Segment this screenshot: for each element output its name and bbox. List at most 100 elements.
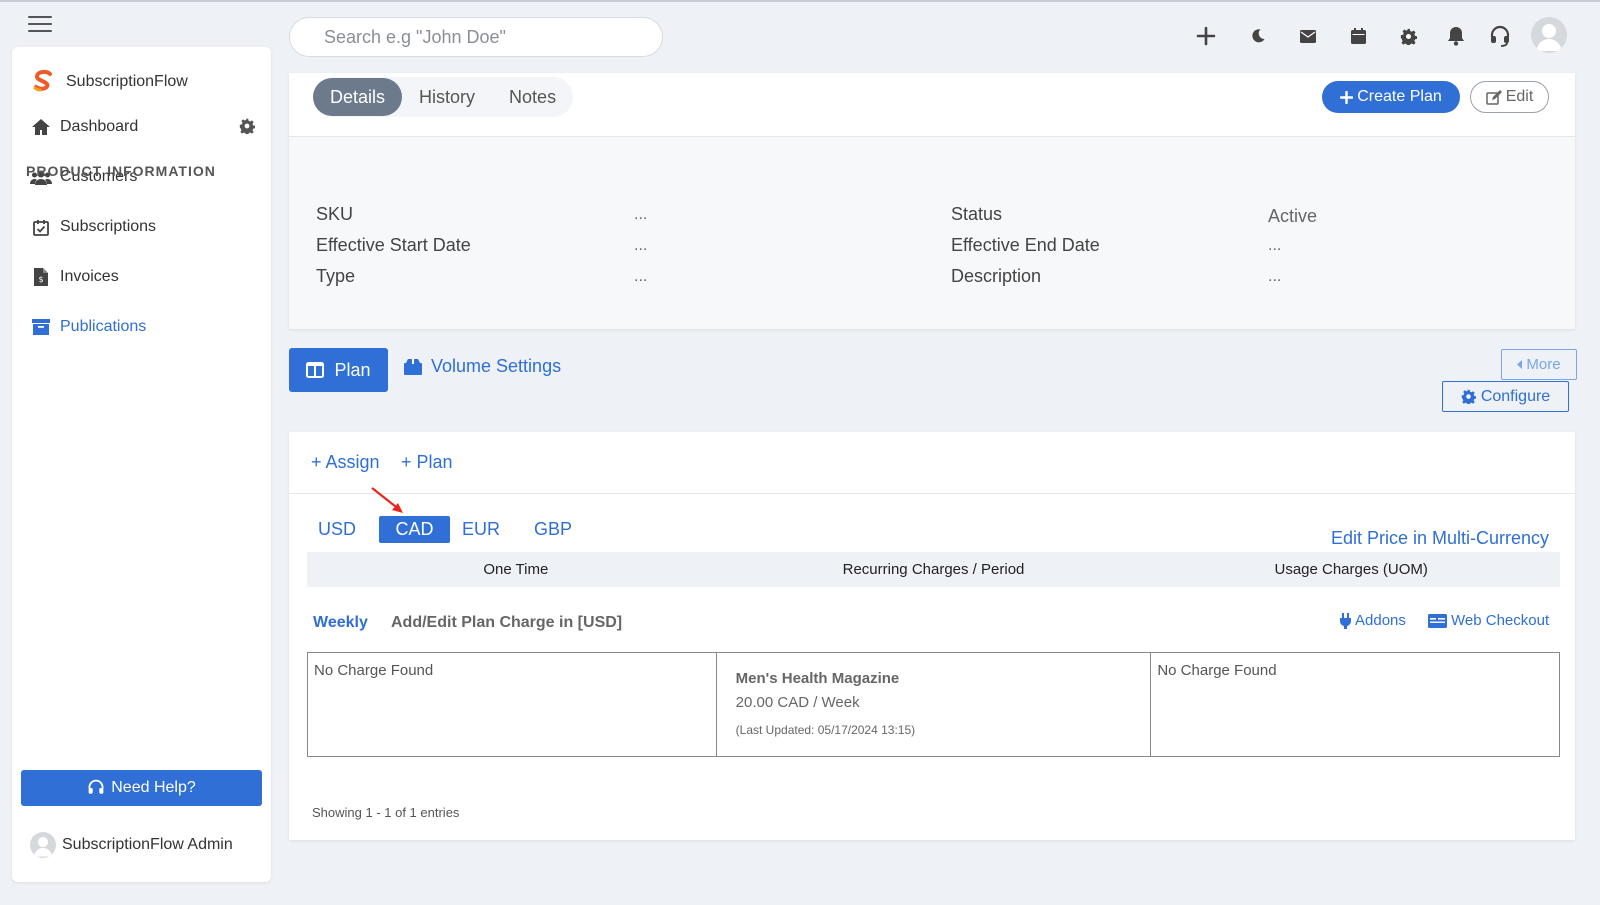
product-info-panel: [289, 137, 1575, 329]
brand-name: SubscriptionFlow: [66, 73, 188, 90]
sidebar-item-label: Subscriptions: [60, 218, 157, 235]
gear-icon[interactable]: [1395, 22, 1421, 50]
archive-icon: [30, 316, 52, 338]
no-charge-text: No Charge Found: [314, 662, 434, 679]
need-help-button[interactable]: Need Help?: [21, 770, 262, 806]
field-value-type: ...: [634, 268, 648, 285]
admin-name: SubscriptionFlow Admin: [62, 836, 233, 853]
plus-icon[interactable]: [1193, 22, 1219, 50]
sidebar-item-label: Publications: [60, 318, 147, 335]
tab-details[interactable]: Details: [313, 78, 403, 116]
field-label-effective-start-date: Effective Start Date: [316, 235, 471, 255]
field-value-effective-start-date: ...: [634, 237, 648, 254]
top-border: [0, 0, 1600, 2]
tab-volume-settings-label: Volume Settings: [431, 356, 562, 376]
gear-icon: [1461, 389, 1476, 404]
svg-text:$: $: [38, 275, 43, 284]
mail-icon[interactable]: [1295, 22, 1321, 50]
admin-avatar: [30, 832, 56, 858]
card-icon: [1428, 613, 1447, 628]
no-charge-text: No Charge Found: [1157, 662, 1277, 679]
create-plan-label: Create Plan: [1357, 88, 1442, 105]
column-header-recurring: Recurring Charges / Period: [842, 561, 1025, 578]
home-icon: [30, 116, 52, 138]
dashboard-settings-gear-icon[interactable]: [239, 118, 255, 134]
tab-notes[interactable]: Notes: [492, 78, 573, 116]
charge-price: 20.00 CAD / Week: [735, 694, 860, 711]
column-header-usage: Usage Charges (UOM): [1274, 561, 1428, 578]
currency-tab-eur[interactable]: EUR: [455, 516, 507, 543]
headset-icon: [87, 779, 105, 797]
plan-pricing-card: + Assign + Plan USD CAD EUR GBP Edit Pri…: [289, 432, 1575, 840]
currency-tab-gbp[interactable]: GBP: [524, 516, 582, 543]
more-button[interactable]: More: [1501, 349, 1577, 380]
field-value-status: Active: [1268, 206, 1318, 226]
edit-price-multi-currency-link[interactable]: Edit Price in Multi-Currency: [1331, 528, 1549, 549]
annotation-arrow-icon: [369, 485, 409, 517]
field-label-description: Description: [951, 266, 1042, 286]
create-plan-button[interactable]: Create Plan: [1322, 81, 1460, 113]
sidebar-item-invoices[interactable]: $ Invoices: [30, 262, 255, 292]
cell-one-time: No Charge Found: [308, 653, 717, 756]
caret-left-icon: [1517, 360, 1523, 369]
addons-link[interactable]: Addons: [1340, 612, 1406, 629]
calendar-icon[interactable]: [1345, 22, 1371, 50]
add-plan-link[interactable]: + Plan: [401, 452, 453, 473]
currency-tab-usd[interactable]: USD: [311, 516, 363, 543]
charge-last-updated: (Last Updated: 05/17/2024 13:15): [735, 723, 916, 737]
divider: [289, 136, 1575, 137]
brand-logo-icon: [30, 69, 56, 95]
sidebar-item-publications[interactable]: Publications: [30, 312, 255, 342]
user-avatar[interactable]: [1531, 17, 1567, 53]
sidebar-item-label: Invoices: [60, 268, 119, 285]
tab-plan[interactable]: Plan: [289, 348, 388, 392]
configure-button[interactable]: Configure: [1442, 381, 1569, 412]
currency-tab-cad[interactable]: CAD: [379, 516, 450, 543]
charges-grid: No Charge Found Men's Health Magazine 20…: [307, 652, 1560, 757]
field-value-description: ...: [1268, 268, 1282, 285]
web-checkout-link[interactable]: Web Checkout: [1428, 612, 1549, 629]
field-label-effective-end-date: Effective End Date: [951, 235, 1100, 255]
edit-button[interactable]: Edit: [1470, 81, 1549, 113]
sidebar-item-subscriptions[interactable]: Subscriptions: [30, 212, 255, 242]
cell-recurring[interactable]: Men's Health Magazine 20.00 CAD / Week (…: [717, 653, 1152, 756]
bell-icon[interactable]: [1443, 22, 1469, 50]
sidebar-item-dashboard[interactable]: Dashboard: [30, 112, 255, 142]
period-weekly-link[interactable]: Weekly: [313, 614, 368, 632]
divider: [289, 493, 1575, 494]
column-header-one-time: One Time: [483, 561, 549, 578]
plus-icon: [1340, 90, 1354, 104]
field-label-status: Status: [951, 204, 1003, 224]
tab-plan-label: Plan: [334, 359, 371, 380]
more-label: More: [1526, 356, 1561, 373]
field-value-effective-end-date: ...: [1268, 237, 1282, 254]
add-edit-plan-charge-label: Add/Edit Plan Charge in [USD]: [391, 614, 623, 631]
charge-name: Men's Health Magazine: [735, 670, 900, 687]
columns-icon: [306, 362, 325, 378]
configure-label: Configure: [1480, 387, 1551, 405]
calendar-check-icon: [30, 216, 52, 238]
edit-label: Edit: [1505, 88, 1534, 105]
pagination-summary: Showing 1 - 1 of 1 entries: [312, 805, 460, 820]
headset-icon[interactable]: [1487, 22, 1513, 50]
sidebar-item-label: Dashboard: [60, 118, 139, 135]
detail-tabs: Details History Notes: [313, 77, 574, 117]
tab-volume-settings[interactable]: Volume Settings: [404, 356, 561, 377]
addons-label: Addons: [1355, 612, 1406, 629]
brand[interactable]: SubscriptionFlow: [30, 69, 188, 95]
field-label-sku: SKU: [316, 204, 354, 224]
admin-profile[interactable]: SubscriptionFlow Admin: [30, 832, 233, 858]
moon-icon[interactable]: [1245, 22, 1271, 50]
assign-link[interactable]: + Assign: [311, 452, 380, 473]
invoice-icon: $: [30, 266, 52, 288]
web-checkout-label: Web Checkout: [1451, 612, 1550, 629]
field-label-type: Type: [316, 266, 356, 286]
section-title-product-information: PRODUCT INFORMATION: [26, 163, 216, 179]
plug-icon: [1340, 612, 1351, 629]
field-value-sku: ...: [634, 206, 648, 223]
product-details-card: Details History Notes Create Plan Edit: [289, 73, 1575, 329]
charges-table-header: One Time Recurring Charges / Period Usag…: [307, 552, 1560, 587]
tab-history[interactable]: History: [402, 78, 492, 116]
need-help-label: Need Help?: [111, 779, 196, 796]
cell-usage: No Charge Found: [1151, 653, 1559, 756]
